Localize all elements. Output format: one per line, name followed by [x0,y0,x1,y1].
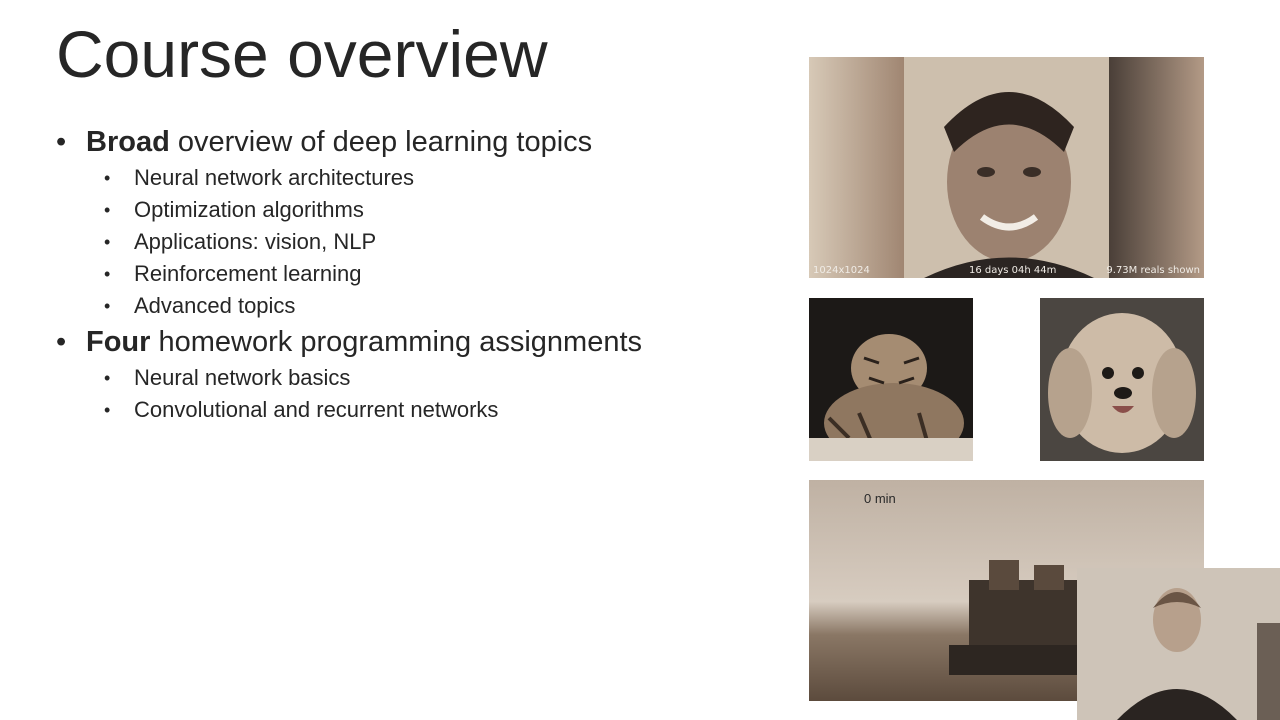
slide-title: Course overview [56,17,548,91]
presenter-webcam [1077,568,1280,720]
tiger-image [809,298,973,461]
tiger-illustration [809,298,973,461]
faces-caption-mid: 16 days 04h 44m [969,265,1057,276]
bullet-text: homework programming assignments [150,326,643,358]
dog-image [1040,298,1204,461]
dog-illustration [1040,298,1204,461]
bullet-four: Four homework programming assignments [56,322,756,362]
face-center [904,57,1109,278]
bullet-list: Broad overview of deep learning topics N… [56,122,756,426]
subitem: Reinforcement learning [104,258,756,290]
face-right [1109,57,1204,278]
subitem: Convolutional and recurrent networks [104,394,756,426]
presenter-illustration [1077,568,1280,720]
subitem: Applications: vision, NLP [104,226,756,258]
sublist-topics: Neural network architectures Optimizatio… [104,162,756,322]
bullet-text: overview of deep learning topics [169,126,593,158]
subitem: Optimization algorithms [104,194,756,226]
face-illustration [904,57,1109,278]
subitem: Neural network basics [104,362,756,394]
generated-faces-image: 1024x1024 16 days 04h 44m 9.73M reals sh… [809,57,1204,278]
bullet-bold: Four [86,326,151,358]
subitem: Neural network architectures [104,162,756,194]
faces-caption-right: 9.73M reals shown [1106,265,1200,276]
bullet-broad: Broad overview of deep learning topics [56,122,756,162]
face-left [809,57,904,278]
sublist-assignments: Neural network basics Convolutional and … [104,362,756,426]
faces-caption-left: 1024x1024 [813,265,870,276]
bullet-bold: Broad [86,126,170,158]
subitem: Advanced topics [104,290,756,322]
